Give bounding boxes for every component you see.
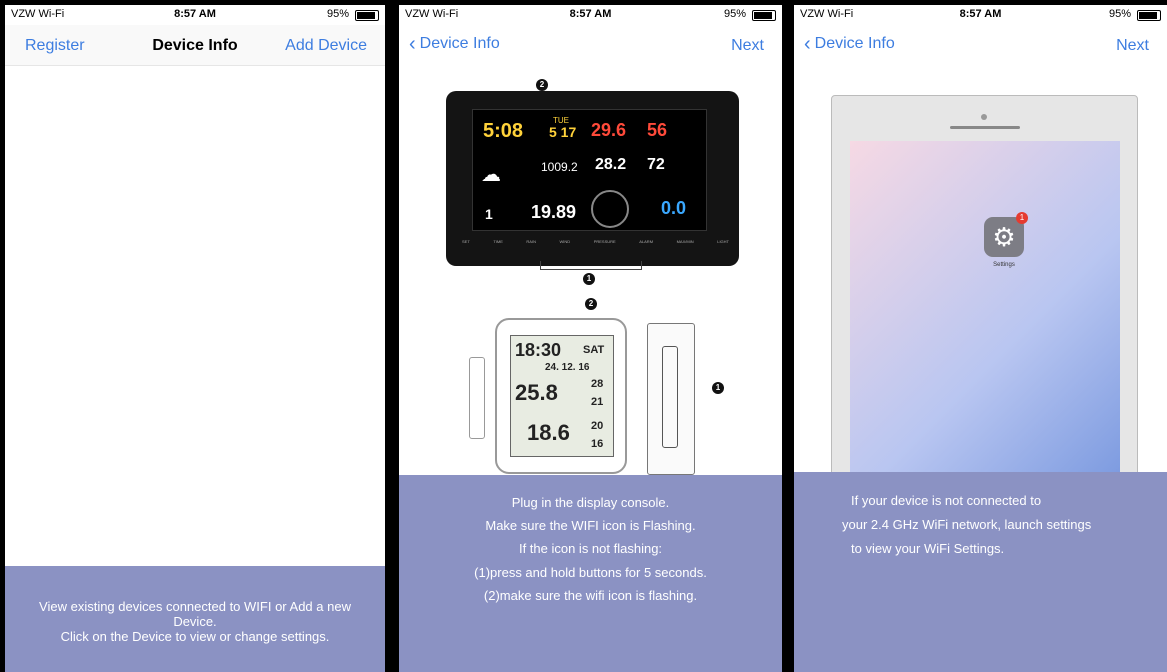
marker-2b: 2 [585, 298, 597, 310]
console-uv: 1 [485, 206, 493, 222]
console-label: RAIN [526, 239, 536, 244]
console-label: PRESSURE [593, 239, 616, 244]
instruction-line: Make sure the WIFI icon is Flashing. [485, 518, 696, 533]
status-bar: VZW Wi-Fi 8:57 AM 95% [5, 5, 385, 25]
console-outdoor-humidity: 72 [647, 156, 665, 173]
instruction-line: If your device is not connected to [851, 493, 1042, 508]
antenna-image [469, 357, 485, 439]
lcd-time: 18:30 [515, 340, 562, 360]
lcd-side-value: 20 [591, 420, 604, 432]
marker-2: 2 [536, 79, 548, 91]
instructions-panel: If your device is not connected to your … [794, 472, 1167, 672]
console-rain: 19.89 [531, 202, 577, 222]
phone-camera [981, 114, 987, 120]
status-bar: VZW Wi-Fi 8:57 AM 95% [399, 5, 782, 25]
battery-icon [355, 10, 379, 21]
navigation-bar: Register Device Info Add Device [5, 25, 385, 66]
console-button-labels: SET TIME RAIN WIND PRESSURE ALARM MAX/MI… [462, 239, 729, 244]
instruction-line: (2)make sure the wifi icon is flashing. [483, 588, 698, 603]
screen-plug-in: VZW Wi-Fi 8:57 AM 95% ‹ Device Info Next … [399, 5, 782, 672]
lcd-date: 24. 12. 16 [545, 362, 590, 373]
notification-badge: 1 [1016, 212, 1028, 224]
bracket-line [540, 261, 642, 270]
chevron-left-icon: ‹ [804, 33, 811, 55]
navigation-bar: ‹ Device Info Next [794, 25, 1167, 65]
side-buttons [662, 346, 678, 448]
side-view-image [647, 323, 695, 475]
back-button[interactable]: ‹ Device Info [409, 33, 500, 55]
screen-wifi-settings: VZW Wi-Fi 8:57 AM 95% ‹ Device Info Next … [794, 5, 1167, 672]
cloud-icon: ☁ [481, 164, 501, 186]
console-wind: 0.0 [661, 198, 687, 218]
next-button[interactable]: Next [731, 37, 764, 55]
console-label: LIGHT [717, 239, 729, 244]
instruction-line: your 2.4 GHz WiFi network, launch settin… [842, 517, 1092, 532]
instruction-line: (1)press and hold buttons for 5 seconds. [474, 565, 707, 580]
console-label: ALARM [639, 239, 654, 244]
screen-device-list: VZW Wi-Fi 8:57 AM 95% Register Device In… [5, 5, 385, 672]
chevron-left-icon: ‹ [409, 33, 416, 55]
add-device-button[interactable]: Add Device [285, 37, 367, 55]
battery-percent: 95% [723, 8, 746, 20]
back-button[interactable]: ‹ Device Info [804, 33, 895, 55]
battery-icon [1137, 10, 1161, 21]
lcd-side-value: 16 [591, 438, 604, 450]
instruction-line: Plug in the display console. [511, 495, 670, 510]
instruction-line: to view your WiFi Settings. [851, 541, 1005, 556]
battery-percent: 95% [326, 8, 349, 20]
lcd-device-image: 18:30 SAT 24. 12. 16 25.8 28 21 18.6 20 … [495, 318, 627, 474]
phone-home-screen: ⚙ 1 Settings [850, 141, 1120, 476]
phone-speaker [950, 126, 1020, 129]
battery-percent: 95% [1108, 8, 1131, 20]
settings-label: Settings [993, 262, 1015, 268]
lcd-screen: 18:30 SAT 24. 12. 16 25.8 28 21 18.6 20 … [510, 335, 614, 457]
console-pressure: 1009.2 [541, 160, 578, 174]
console-label: TIME [493, 239, 503, 244]
console-indoor-humidity: 56 [647, 120, 668, 140]
battery-icon [752, 10, 776, 21]
wind-compass-icon [591, 190, 629, 228]
marker-1: 1 [583, 273, 595, 285]
console-outdoor-temp: 28.2 [595, 156, 627, 173]
weather-console-image: 5:08 TUE 5 17 29.6 56 1009.2 28.2 72 ☁ 1… [446, 91, 739, 266]
back-label: Device Info [419, 35, 500, 52]
next-button[interactable]: Next [1116, 37, 1149, 55]
console-label: MAX/MIN [676, 239, 694, 244]
info-text: View existing devices connected to WIFI … [39, 599, 351, 644]
console-date: 5 17 [549, 124, 577, 140]
instruction-line: If the icon is not flashing: [518, 541, 663, 556]
marker-1b: 1 [712, 382, 724, 394]
lcd-day: SAT [583, 344, 605, 356]
phone-illustration: ⚙ 1 Settings [831, 95, 1138, 477]
console-indoor-temp: 29.6 [591, 120, 627, 140]
lcd-indoor-temp: 25.8 [515, 380, 558, 405]
back-label: Device Info [814, 35, 895, 52]
console-label: SET [462, 239, 470, 244]
navigation-bar: ‹ Device Info Next [399, 25, 782, 65]
console-screen: 5:08 TUE 5 17 29.6 56 1009.2 28.2 72 ☁ 1… [472, 109, 707, 231]
instructions-panel: Plug in the display console. Make sure t… [399, 475, 782, 672]
lcd-outdoor-temp: 18.6 [527, 420, 570, 445]
lcd-indoor-humidity: 28 [591, 378, 604, 390]
status-bar: VZW Wi-Fi 8:57 AM 95% [794, 5, 1167, 25]
info-panel: View existing devices connected to WIFI … [5, 566, 385, 672]
console-time: 5:08 [483, 120, 524, 142]
lcd-side-value: 21 [591, 396, 604, 408]
console-label: WIND [559, 239, 571, 244]
